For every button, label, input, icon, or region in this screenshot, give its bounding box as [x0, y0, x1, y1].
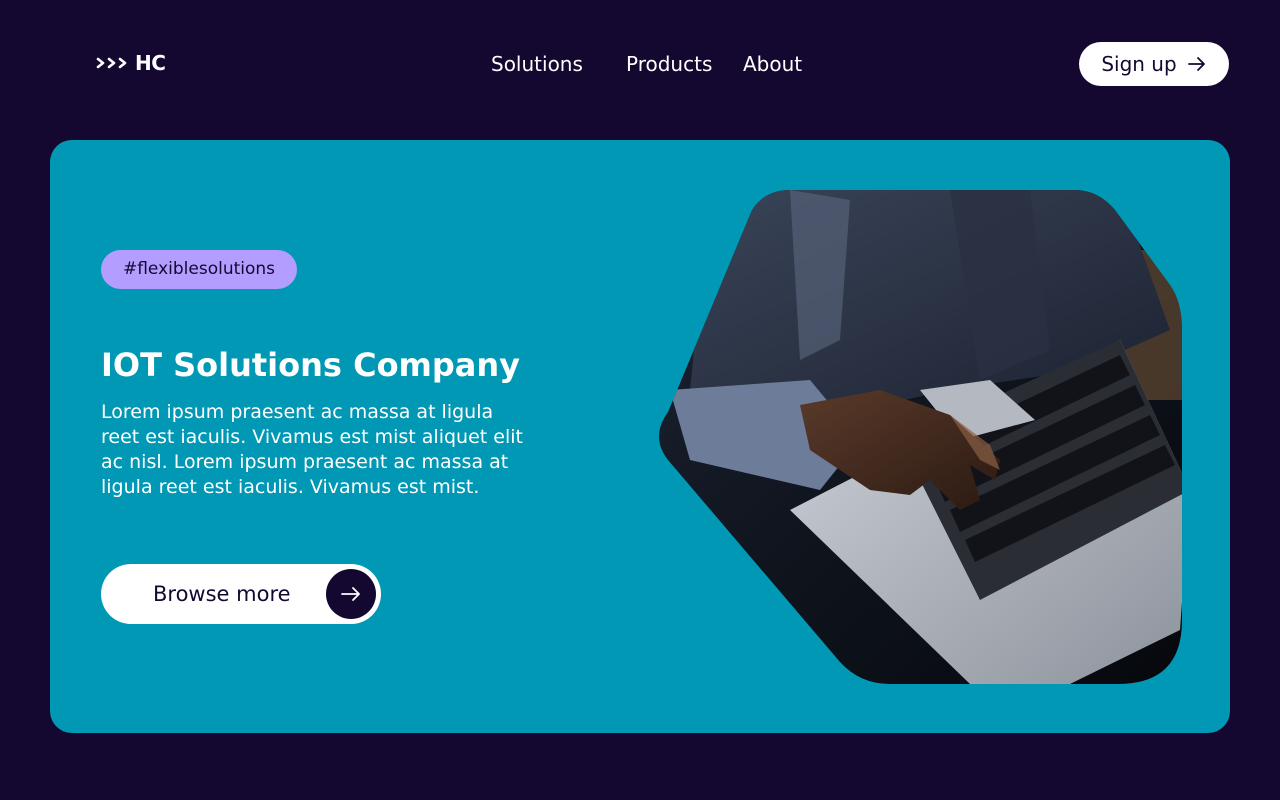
hero-card: #flexiblesolutions IOT Solutions Company… — [50, 140, 1230, 733]
nav-about[interactable]: About — [743, 50, 802, 78]
browse-more-button[interactable]: Browse more — [101, 564, 381, 624]
logo-text: HC — [135, 51, 166, 75]
sign-up-button[interactable]: Sign up — [1079, 42, 1229, 86]
logo[interactable]: HC — [96, 50, 166, 76]
arrow-right-icon — [326, 569, 376, 619]
nav-solutions[interactable]: Solutions — [491, 50, 583, 78]
hero-title: IOT Solutions Company — [101, 346, 521, 384]
hashtag-badge: #flexiblesolutions — [101, 250, 297, 289]
arrow-right-icon — [1187, 56, 1207, 72]
laptop-typing-photo — [650, 190, 1182, 684]
page: HC Solutions Products About Sign up #fle… — [0, 0, 1280, 800]
triple-chevron-icon — [96, 56, 132, 70]
hero-description: Lorem ipsum praesent ac massa at ligula … — [101, 401, 523, 498]
browse-more-label: Browse more — [153, 582, 291, 606]
nav-products[interactable]: Products — [626, 50, 712, 78]
sign-up-label: Sign up — [1101, 52, 1177, 76]
